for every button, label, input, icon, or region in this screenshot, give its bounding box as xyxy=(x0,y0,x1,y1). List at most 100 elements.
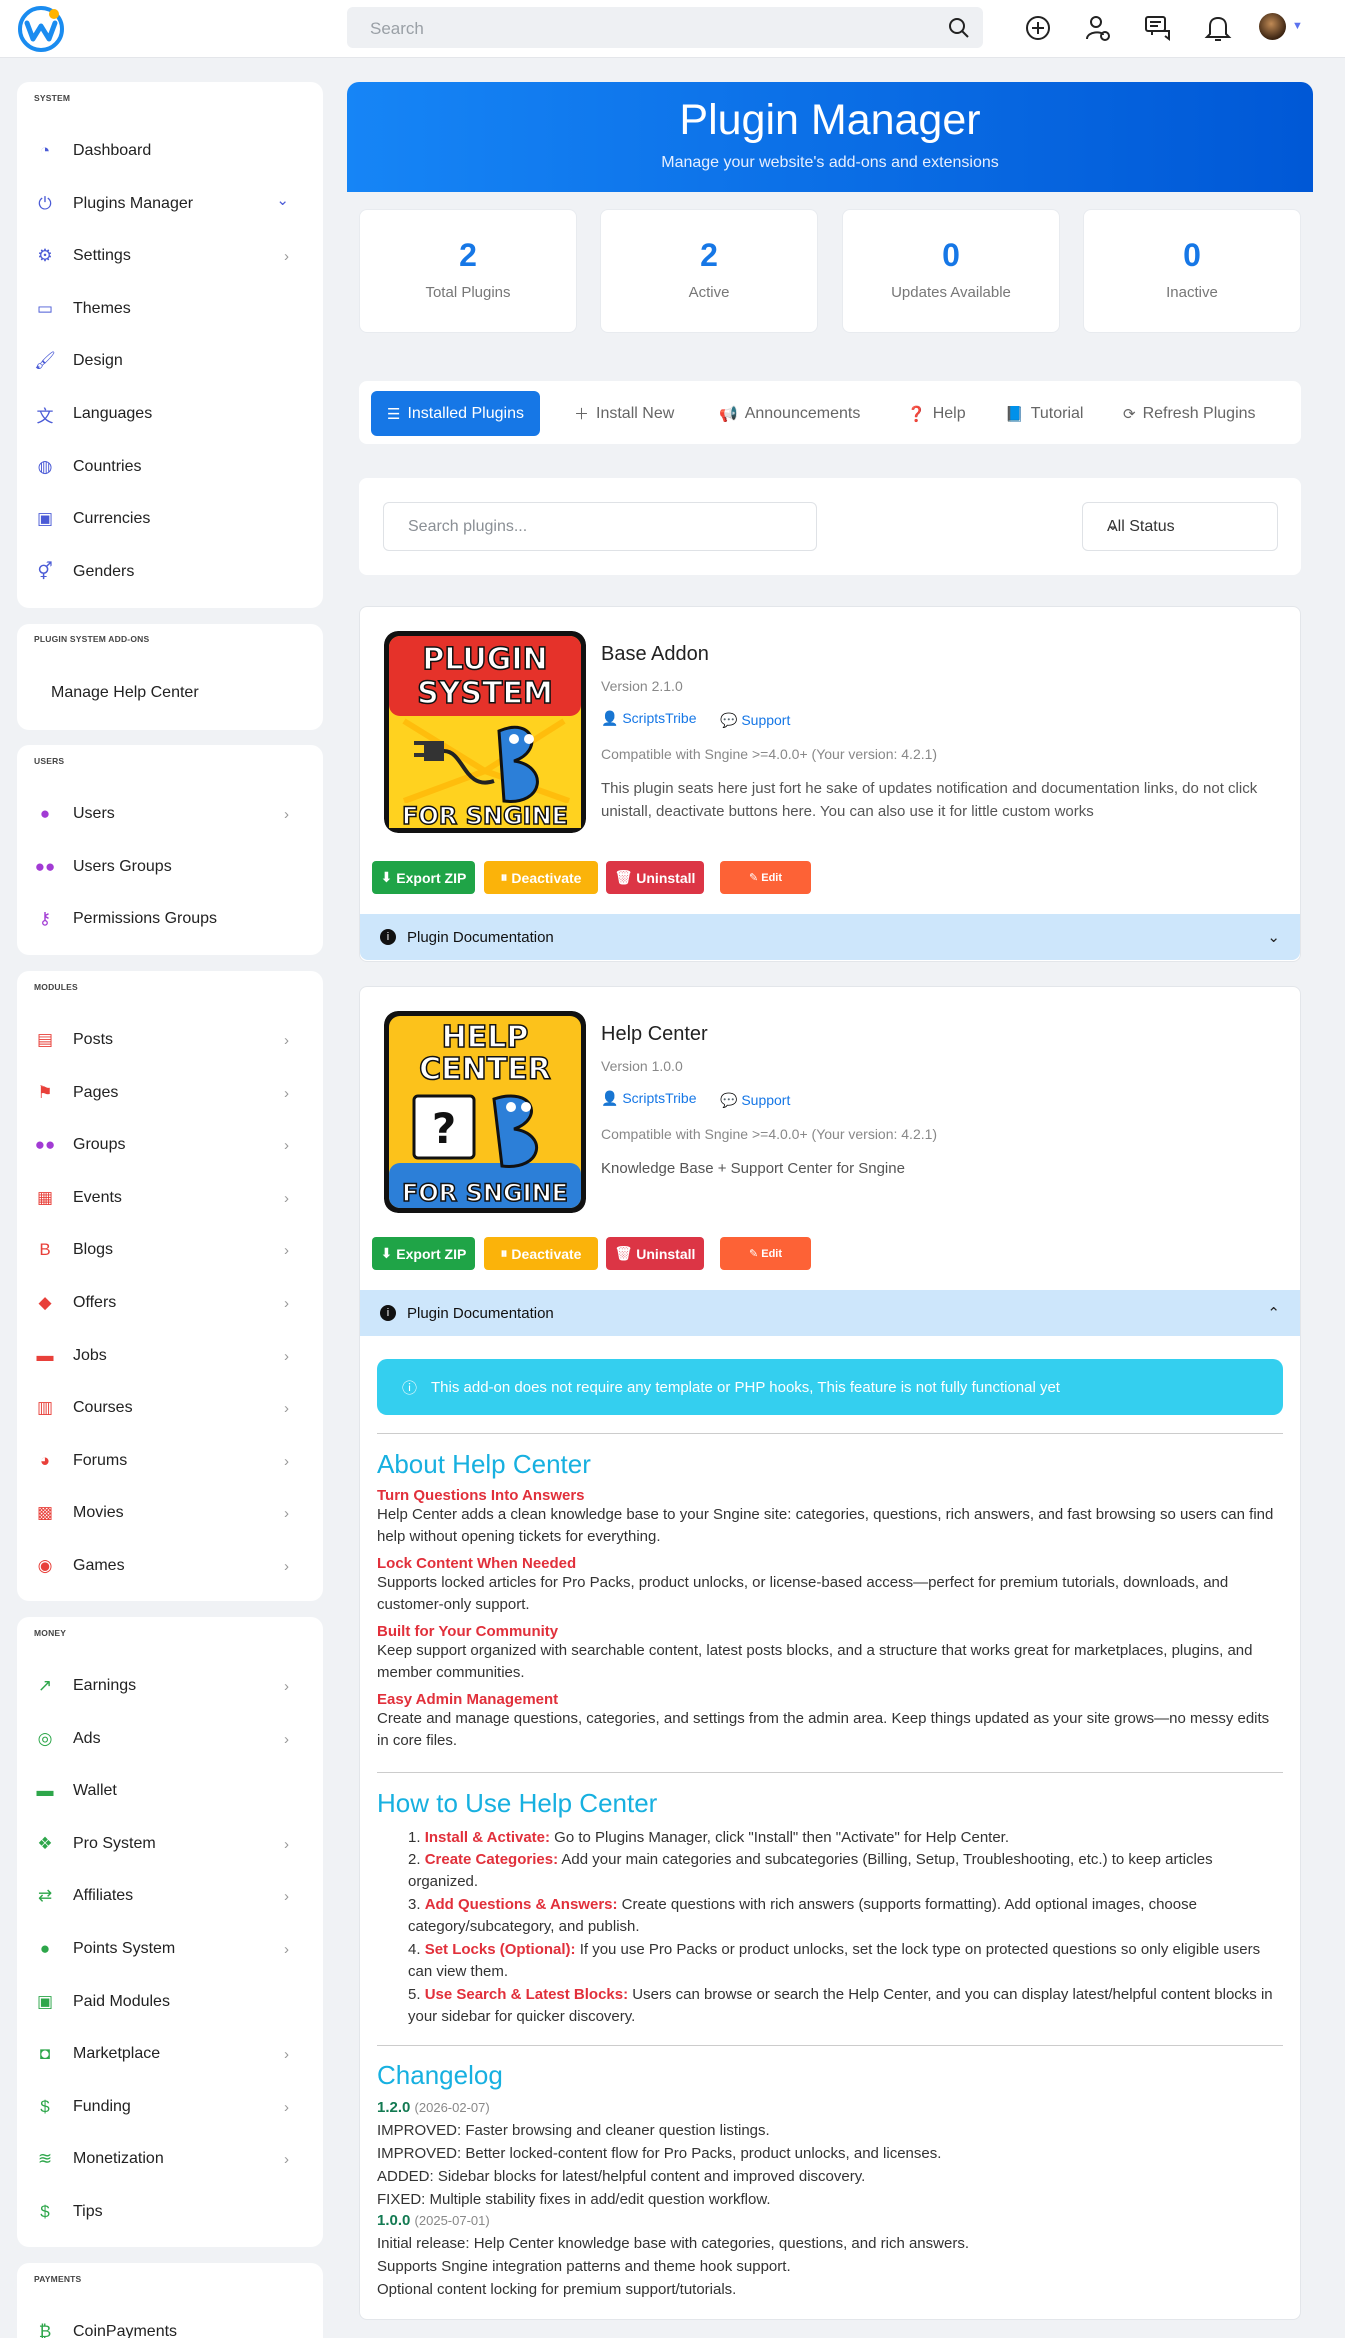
sidebar-item-movies[interactable]: ▩ Movies › xyxy=(34,1498,304,1528)
chevron-down-icon: ⌄ xyxy=(276,191,289,209)
plugin-support-label: Support xyxy=(741,1092,791,1108)
trash-icon: 🗑 xyxy=(614,869,637,885)
sidebar-item-ads[interactable]: ◎ Ads › xyxy=(34,1724,304,1754)
sidebar-item-monetization[interactable]: ≋ Monetization › xyxy=(34,2144,304,2174)
sidebar-item-coinpayments[interactable]: ₿ CoinPayments xyxy=(34,2317,304,2338)
plugin-documentation-toggle[interactable]: i Plugin Documentation ⌃ xyxy=(360,1290,1300,1336)
plus-icon: ＋ xyxy=(574,406,590,423)
gender-icon: ⚥ xyxy=(37,561,53,581)
edit-button[interactable]: ✎ Edit xyxy=(720,861,811,894)
sidebar-item-currencies[interactable]: ▣ Currencies xyxy=(34,504,304,534)
sidebar-item-languages[interactable]: 文 Languages xyxy=(34,399,304,429)
sidebar-item-label: Points System xyxy=(73,1940,176,1957)
flag-icon: ⚑ xyxy=(37,1082,53,1102)
sidebar-item-pages[interactable]: ⚑ Pages › xyxy=(34,1078,304,1108)
sidebar-item-points-system[interactable]: ● Points System › xyxy=(34,1934,304,1964)
tab-refresh-plugins[interactable]: ⟳ Refresh Plugins xyxy=(1123,391,1256,436)
howto-step: 1. Install & Activate: Go to Plugins Man… xyxy=(408,1829,1010,1846)
sidebar-item-users-groups[interactable]: ●● Users Groups xyxy=(34,852,304,882)
plug-icon: ⏻ xyxy=(38,193,52,213)
sidebar-item-posts[interactable]: ▤ Posts › xyxy=(34,1025,304,1055)
sidebar-item-marketplace[interactable]: ◘ Marketplace › xyxy=(34,2039,304,2069)
plugin-search-input[interactable]: Search plugins... xyxy=(383,502,817,551)
sidebar-item-paid-modules[interactable]: ▣ Paid Modules xyxy=(34,1987,304,2017)
tab-label: Refresh Plugins xyxy=(1142,404,1256,422)
messages-icon[interactable] xyxy=(1143,13,1173,43)
sidebar-item-settings[interactable]: ⚙ Settings › xyxy=(34,241,304,271)
export-zip-button[interactable]: ⬇ Export ZIP xyxy=(372,1237,475,1270)
sidebar-item-label: Themes xyxy=(73,299,131,317)
chevron-right-icon: › xyxy=(284,1084,289,1102)
exchange-icon: ⇄ xyxy=(37,1886,53,1906)
tab-install-new[interactable]: ＋ Install New xyxy=(574,391,674,436)
user-settings-icon[interactable] xyxy=(1083,13,1113,43)
plugin-author[interactable]: 👤 ScriptsTribe xyxy=(601,1090,697,1107)
sidebar-item-users[interactable]: ● Users › xyxy=(34,799,304,829)
plugin-support-label: Support xyxy=(741,712,791,728)
sidebar-item-jobs[interactable]: ▬ Jobs › xyxy=(34,1341,304,1371)
deactivate-button[interactable]: ⏸ Deactivate xyxy=(484,861,598,894)
avatar[interactable] xyxy=(1259,13,1286,40)
sidebar-item-offers[interactable]: ◆ Offers › xyxy=(34,1288,304,1318)
sidebar-item-dashboard[interactable]: ◔ Dashboard xyxy=(34,136,304,166)
bell-icon[interactable] xyxy=(1203,13,1233,43)
sidebar-item-design[interactable]: 🖌 Design xyxy=(34,346,304,376)
chevron-right-icon: › xyxy=(284,1295,289,1312)
user-icon: 👤 xyxy=(601,1090,623,1106)
deactivate-button[interactable]: ⏸ Deactivate xyxy=(484,1237,598,1270)
sidebar-item-genders[interactable]: ⚥ Genders xyxy=(34,557,304,587)
howto-step: 3. Add Questions & Answers: Create quest… xyxy=(408,1896,1197,1935)
tab-tutorial[interactable]: 📘 Tutorial xyxy=(1005,391,1083,436)
sidebar-item-tips[interactable]: $ Tips xyxy=(34,2197,304,2227)
sidebar-item-countries[interactable]: ◍ Countries xyxy=(34,452,304,482)
add-circle-icon[interactable] xyxy=(1023,13,1053,43)
version-number: 1.2.0 xyxy=(377,2099,411,2116)
sidebar-item-courses[interactable]: ▥ Courses › xyxy=(34,1393,304,1423)
uninstall-button[interactable]: 🗑 Uninstall xyxy=(606,1237,704,1270)
tab-installed-plugins[interactable]: ☰ Installed Plugins xyxy=(371,391,540,436)
sidebar-item-themes[interactable]: ▭ Themes xyxy=(34,294,304,324)
sidebar-item-earnings[interactable]: ↗ Earnings › xyxy=(34,1671,304,1701)
sidebar-item-wallet[interactable]: ▬ Wallet xyxy=(34,1776,304,1806)
changelog-version: 1.2.0 (2026-02-07) xyxy=(377,2099,490,2116)
monitor-icon: ▭ xyxy=(36,298,54,318)
status-select[interactable]: All Status ⌄ xyxy=(1082,502,1278,551)
sidebar-item-manage-help-center[interactable]: Manage Help Center xyxy=(51,678,321,708)
edit-button[interactable]: ✎ Edit xyxy=(720,1237,811,1270)
sidebar-item-permissions-groups[interactable]: ⚷ Permissions Groups xyxy=(34,904,304,934)
chevron-down-icon[interactable]: ▼ xyxy=(1292,20,1303,32)
plugin-documentation-toggle[interactable]: i Plugin Documentation ⌄ xyxy=(360,914,1300,960)
sidebar-item-affiliates[interactable]: ⇄ Affiliates › xyxy=(34,1881,304,1911)
plugin-support-link[interactable]: 💬 Support xyxy=(720,1092,790,1109)
button-label: Deactivate xyxy=(511,869,582,886)
changelog-line: ADDED: Sidebar blocks for latest/helpful… xyxy=(377,2168,866,2185)
about-text: Keep support organized with searchable c… xyxy=(377,1642,1253,1681)
tab-announcements[interactable]: 📢 Announcements xyxy=(719,391,860,436)
sidebar-item-pro-system[interactable]: ❖ Pro System › xyxy=(34,1829,304,1859)
sidebar-item-label: Marketplace xyxy=(73,2045,161,2063)
button-label: Uninstall xyxy=(636,869,696,886)
sidebar-item-plugins-manager[interactable]: ⏻ Plugins Manager ⌄ xyxy=(34,189,304,219)
pencil-icon: ✎ xyxy=(748,872,762,884)
tab-help[interactable]: ❓ Help xyxy=(907,391,966,436)
uninstall-button[interactable]: 🗑 Uninstall xyxy=(606,861,704,894)
logo-icon[interactable] xyxy=(16,6,66,52)
sidebar-item-funding[interactable]: $ Funding › xyxy=(34,2092,304,2122)
sidebar-item-groups[interactable]: ●● Groups › xyxy=(34,1130,304,1160)
search-input[interactable]: Search xyxy=(347,7,983,48)
sidebar-item-games[interactable]: ◉ Games › xyxy=(34,1551,304,1581)
divider xyxy=(377,1433,1283,1434)
coins-icon: ≋ xyxy=(37,2149,53,2169)
plugin-support-link[interactable]: 💬 Support xyxy=(720,712,790,729)
sidebar-item-events[interactable]: ▦ Events › xyxy=(34,1183,304,1213)
sidebar-item-forums[interactable]: ◕ Forums › xyxy=(34,1446,304,1476)
chevron-right-icon: › xyxy=(284,1558,289,1575)
plugin-author[interactable]: 👤 ScriptsTribe xyxy=(601,710,697,727)
list-icon: ☰ xyxy=(387,405,401,423)
plugin-description: This plugin seats here just fort he sake… xyxy=(601,780,1258,820)
sidebar-item-blogs[interactable]: B Blogs › xyxy=(34,1235,304,1265)
search-icon[interactable] xyxy=(947,16,971,40)
sidebar-item-label: Paid Modules xyxy=(73,1992,170,2010)
changelog-line: Supports Sngine integration patterns and… xyxy=(377,2258,791,2275)
export-zip-button[interactable]: ⬇ Export ZIP xyxy=(372,861,475,894)
